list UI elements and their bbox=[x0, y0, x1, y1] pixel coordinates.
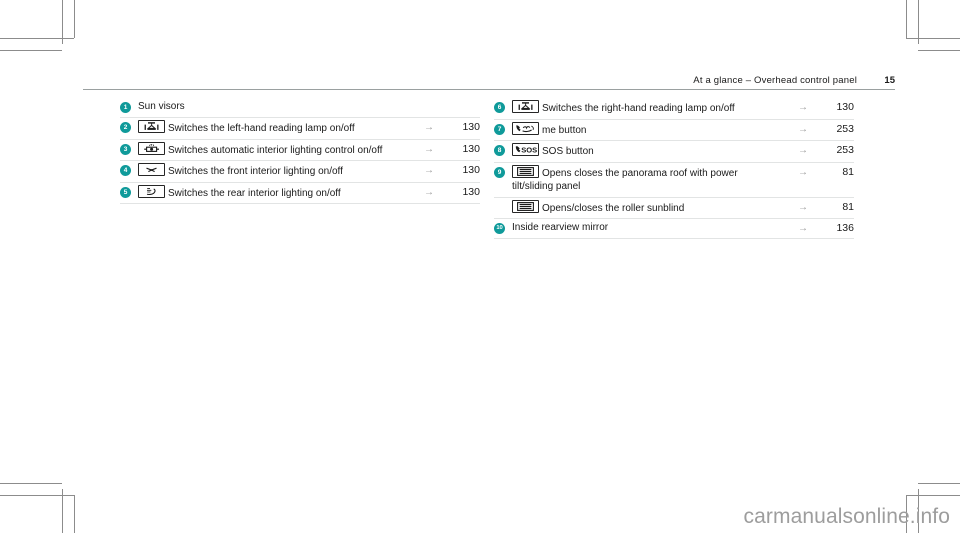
legend-row-body: Sun visors bbox=[138, 100, 392, 114]
legend-row-text: Switches the right-hand reading lamp on/… bbox=[542, 103, 735, 114]
cross-reference-arrow-icon: → bbox=[424, 165, 434, 176]
legend-row-text: Switches automatic interior lighting con… bbox=[168, 144, 383, 156]
legend-row[interactable]: 8 SOS SOS button → 253 bbox=[494, 141, 854, 163]
legend-bullet-9: 9 bbox=[494, 166, 505, 178]
legend-column-left: 1 Sun visors 2 Switches the left-hand readi… bbox=[120, 98, 480, 204]
legend-bullet-4: 4 bbox=[120, 165, 131, 176]
me-button-icon bbox=[512, 121, 539, 135]
front-interior-lighting-icon bbox=[138, 163, 165, 176]
header-page-number: 15 bbox=[884, 75, 895, 86]
page-reference[interactable]: 130 bbox=[440, 121, 480, 134]
page-reference[interactable]: 81 bbox=[814, 201, 854, 214]
reading-lamp-left-icon bbox=[138, 120, 165, 133]
legend-row-text: Inside rearview mirror bbox=[512, 222, 609, 233]
legend-row-body: Opens/closes the roller sunblind bbox=[512, 199, 766, 216]
legend-bullet-10: 10 bbox=[494, 223, 505, 234]
legend-bullet-7: 7 bbox=[494, 123, 505, 135]
page-reference[interactable]: 136 bbox=[814, 222, 854, 235]
cross-reference-arrow-icon: → bbox=[798, 201, 808, 213]
legend-row-text: Switches the front interior lighting on/… bbox=[168, 166, 343, 177]
legend-row[interactable]: 10 Inside rearview mirror → 136 bbox=[494, 219, 854, 239]
legend-row-body: me button bbox=[512, 121, 766, 138]
legend-bullet-3: 3 bbox=[120, 143, 131, 155]
svg-text:SOS: SOS bbox=[521, 145, 537, 154]
reading-lamp-right-icon bbox=[512, 100, 539, 113]
cross-reference-arrow-icon: → bbox=[424, 143, 434, 155]
legend-bullet-5: 5 bbox=[120, 186, 131, 198]
watermark: carmanualsonline.info bbox=[743, 505, 950, 528]
legend-row[interactable]: 6 Switches the right-hand reading lamp on… bbox=[494, 98, 854, 120]
page-reference[interactable]: 130 bbox=[440, 143, 480, 156]
cross-reference-arrow-icon: → bbox=[798, 123, 808, 135]
legend-bullet-6: 6 bbox=[494, 102, 505, 113]
page-reference[interactable]: 253 bbox=[814, 144, 854, 157]
legend-row-text: Switches the left-hand reading lamp on/o… bbox=[168, 123, 355, 134]
legend-row[interactable]: 4 Switches the front interior lighting on… bbox=[120, 161, 480, 183]
legend-bullet-2: 2 bbox=[120, 122, 131, 133]
crop-mark-bottom-left bbox=[0, 473, 100, 533]
rear-interior-lighting-icon bbox=[138, 184, 165, 198]
panorama-roof-icon bbox=[512, 164, 539, 178]
legend-row-body: Switches the left-hand reading lamp on/o… bbox=[138, 120, 392, 136]
legend-bullet-none bbox=[494, 202, 505, 213]
page-reference[interactable]: 81 bbox=[814, 166, 854, 179]
sos-button-icon: SOS bbox=[512, 143, 539, 156]
legend-row-text: Sun visors bbox=[138, 101, 185, 112]
page-reference[interactable]: 130 bbox=[440, 186, 480, 199]
legend-row-body: Switches the front interior lighting on/… bbox=[138, 163, 392, 179]
roller-sunblind-icon bbox=[512, 199, 539, 213]
legend-row-body: Switches automatic interior lighting con… bbox=[138, 141, 392, 158]
header-rule bbox=[83, 89, 895, 90]
page-reference[interactable]: 130 bbox=[440, 164, 480, 177]
legend-row-text: Opens/closes the roller sunblind bbox=[542, 202, 685, 214]
cross-reference-arrow-icon: → bbox=[424, 186, 434, 198]
cross-reference-arrow-icon: → bbox=[798, 166, 808, 178]
cross-reference-arrow-icon: → bbox=[798, 223, 808, 234]
legend-row-body: SOS SOS button bbox=[512, 143, 766, 159]
legend-row-body: Opens closes the panorama roof with powe… bbox=[512, 164, 766, 194]
page-reference[interactable]: 130 bbox=[814, 101, 854, 114]
automatic-interior-lighting-icon bbox=[138, 141, 165, 155]
legend-row-text: SOS button bbox=[542, 146, 594, 157]
legend-row-text: Opens closes the panorama roof with powe… bbox=[512, 167, 738, 193]
legend-row[interactable]: 7 me button → 253 bbox=[494, 120, 854, 141]
cross-reference-arrow-icon: → bbox=[798, 102, 808, 113]
page-reference[interactable]: 253 bbox=[814, 123, 854, 136]
crop-mark-top-right bbox=[860, 0, 960, 60]
legend-bullet-1: 1 bbox=[120, 102, 131, 113]
legend-column-right: 6 Switches the right-hand reading lamp on… bbox=[494, 98, 854, 239]
legend-bullet-8: 8 bbox=[494, 145, 505, 156]
legend-row-body: Switches the right-hand reading lamp on/… bbox=[512, 100, 766, 116]
legend-row-body: Switches the rear interior lighting on/o… bbox=[138, 184, 392, 201]
legend-row[interactable]: 5 Switches the rear interior lighting on/… bbox=[120, 183, 480, 204]
legend-row[interactable]: 1 Sun visors bbox=[120, 98, 480, 118]
cross-reference-arrow-icon: → bbox=[424, 122, 434, 133]
legend-row[interactable]: 3 Switches automatic interior lighting co… bbox=[120, 140, 480, 161]
legend-row-body: Inside rearview mirror bbox=[512, 221, 766, 235]
legend-row-text: Switches the rear interior lighting on/o… bbox=[168, 187, 341, 199]
legend-row[interactable]: 2 Switches the left-hand reading lamp on/… bbox=[120, 118, 480, 140]
header-title: At a glance – Overhead control panel bbox=[693, 75, 857, 86]
legend-row[interactable]: 9 Opens closes the panorama roof with pow… bbox=[494, 163, 854, 198]
legend-row[interactable]: Opens/closes the roller sunblind → 81 bbox=[494, 198, 854, 219]
page-header: At a glance – Overhead control panel 15 bbox=[83, 68, 895, 90]
legend-row-text: me button bbox=[542, 124, 587, 136]
cross-reference-arrow-icon: → bbox=[798, 145, 808, 156]
crop-mark-top-left bbox=[0, 0, 100, 60]
